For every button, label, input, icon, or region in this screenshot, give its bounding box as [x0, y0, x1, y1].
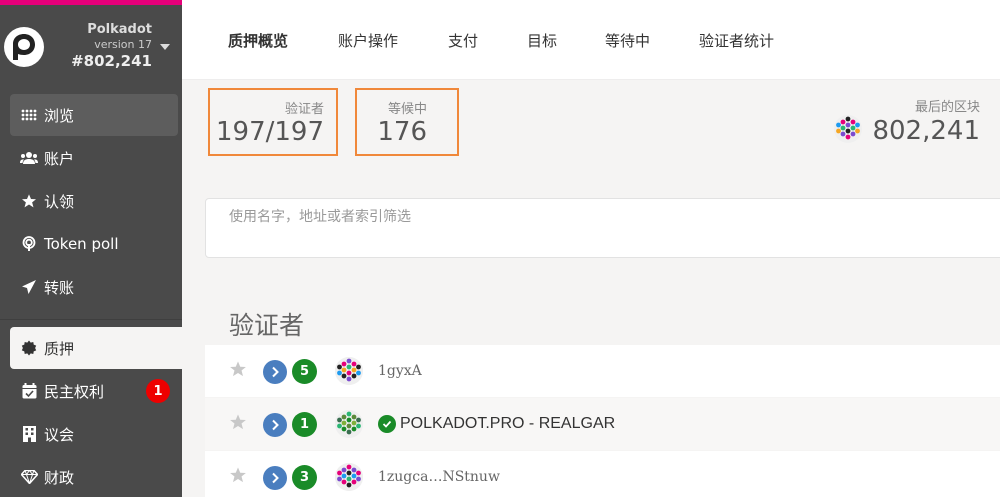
tab-staking-overview[interactable]: 质押概览: [228, 30, 288, 51]
sidebar-item-accounts[interactable]: 账户: [10, 137, 178, 179]
chain-info: Polkadot version 17 #802,241: [71, 22, 152, 71]
nominator-count-badge: 3: [292, 465, 317, 490]
waiting-label: 等候中: [387, 102, 427, 117]
chain-version: version 17: [94, 38, 152, 51]
podcast-icon: [20, 235, 38, 253]
star-icon: [20, 192, 38, 210]
filter-box: [205, 198, 1000, 258]
table-row: 5 1gyxA: [205, 345, 1000, 397]
validators-label: 验证者: [284, 102, 324, 117]
sidebar-item-label: 账户: [44, 149, 75, 168]
tab-validator-stats[interactable]: 验证者统计: [699, 30, 774, 51]
waiting-value: 176: [377, 117, 427, 147]
validator-address[interactable]: 1gyxA: [378, 363, 422, 379]
sidebar-item-label: 质押: [44, 339, 75, 358]
tab-payouts[interactable]: 支付: [448, 30, 478, 51]
sidebar-item-council[interactable]: 议会: [10, 413, 178, 455]
nominator-count-badge: 5: [292, 359, 317, 384]
sidebar-divider: [0, 319, 182, 320]
validator-name: POLKADOT.PRO - REALGAR: [400, 415, 616, 432]
certificate-icon: [20, 339, 38, 357]
expand-chevron-icon[interactable]: [263, 466, 287, 490]
favorite-star-icon[interactable]: [229, 360, 249, 380]
validator-address[interactable]: 1zugca…NStnuw: [378, 469, 500, 485]
validator-identicon[interactable]: [335, 410, 363, 438]
sidebar-item-token-poll[interactable]: Token poll: [10, 223, 178, 265]
sidebar-item-claims[interactable]: 认领: [10, 180, 178, 222]
tab-account-actions[interactable]: 账户操作: [338, 30, 398, 51]
notification-badge: 1: [146, 379, 170, 403]
polkadot-logo: [4, 27, 44, 67]
tab-bar: 质押概览 账户操作 支付 目标 等待中 验证者统计: [182, 0, 1000, 80]
sidebar-item-label: 认领: [44, 192, 75, 211]
chain-name: Polkadot: [87, 22, 152, 37]
sidebar-item-label: 转账: [44, 278, 75, 297]
grid-icon: [20, 106, 38, 124]
validator-identicon[interactable]: [335, 463, 363, 491]
sidebar-item-label: 浏览: [44, 106, 75, 125]
tab-targets[interactable]: 目标: [527, 30, 557, 51]
table-row: 3 1zugca…NStnuw: [205, 451, 1000, 497]
chain-best-block: #802,241: [71, 52, 152, 70]
diamond-icon: [20, 468, 38, 486]
sidebar: Polkadot version 17 #802,241 浏览 账户 认领 To…: [0, 0, 182, 497]
users-icon: [20, 149, 38, 167]
block-author-identicon: [834, 115, 863, 147]
table-row: 1 POLKADOT.PRO - REALGAR: [205, 398, 1000, 450]
send-icon: [20, 278, 38, 296]
building-icon: [20, 425, 38, 443]
favorite-star-icon[interactable]: [229, 466, 249, 486]
sidebar-item-transfer[interactable]: 转账: [10, 266, 178, 308]
expand-chevron-icon[interactable]: [263, 360, 287, 384]
sidebar-item-democracy[interactable]: 民主权利 1: [10, 370, 178, 412]
expand-chevron-icon[interactable]: [263, 413, 287, 437]
last-block-value: 802,241: [872, 116, 980, 146]
sidebar-item-label: Token poll: [44, 235, 119, 253]
validators-summary: 验证者 197/197: [208, 88, 338, 156]
sidebar-item-explorer[interactable]: 浏览: [10, 94, 178, 136]
sidebar-item-staking[interactable]: 质押: [10, 327, 182, 369]
nominator-count-badge: 1: [292, 412, 317, 437]
section-title: 验证者: [229, 311, 305, 340]
sidebar-item-label: 民主权利: [44, 382, 105, 401]
chain-selector[interactable]: Polkadot version 17 #802,241: [0, 10, 182, 82]
validator-identicon[interactable]: [335, 357, 363, 385]
last-block-summary: 最后的区块 802,241: [834, 96, 980, 147]
favorite-star-icon[interactable]: [229, 413, 249, 433]
verified-check-icon: [378, 415, 396, 433]
validators-value: 197/197: [215, 117, 324, 147]
filter-input[interactable]: [206, 202, 1000, 232]
caret-down-icon[interactable]: [160, 44, 170, 50]
calendar-check-icon: [20, 382, 38, 400]
sidebar-item-label: 议会: [44, 425, 75, 444]
sidebar-item-label: 财政: [44, 468, 75, 487]
waiting-summary: 等候中 176: [355, 88, 459, 156]
tab-waiting[interactable]: 等待中: [605, 30, 650, 51]
validator-identity[interactable]: POLKADOT.PRO - REALGAR: [378, 415, 615, 433]
last-block-label: 最后的区块: [914, 100, 980, 115]
sidebar-item-treasury[interactable]: 财政: [10, 456, 178, 497]
